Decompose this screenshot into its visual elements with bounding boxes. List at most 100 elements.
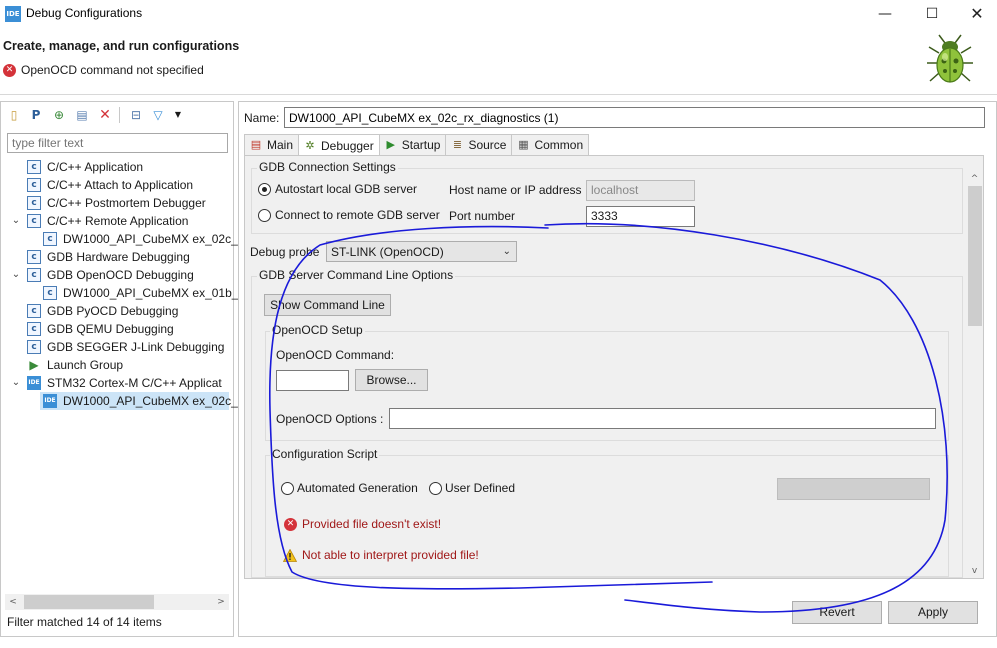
c-icon: c <box>27 322 41 336</box>
toolbar-separator <box>119 107 120 123</box>
openocd-setup-title: OpenOCD Setup <box>270 323 365 337</box>
debug-probe-value: ST-LINK (OpenOCD) <box>331 245 444 259</box>
script-browse-button-disabled[interactable] <box>777 478 930 500</box>
port-input[interactable]: 3333 <box>586 206 695 227</box>
tab-startup[interactable]: ▶ Startup <box>378 134 447 155</box>
scroll-right-icon[interactable]: > <box>213 594 229 610</box>
tree-item-label: C/C++ Attach to Application <box>47 178 194 192</box>
connect-remote-radio[interactable] <box>258 209 271 222</box>
tree-item-label: DW1000_API_CubeMX ex_01b_ <box>63 286 239 300</box>
tab-label: Source <box>468 138 507 152</box>
view-menu-icon[interactable]: ▼ <box>170 107 186 123</box>
new-prototype-icon[interactable]: P <box>28 107 44 123</box>
host-label: Host name or IP address <box>449 183 582 197</box>
maximize-button[interactable]: ☐ <box>909 3 955 25</box>
common-tab-icon: ▦ <box>518 138 529 151</box>
c-icon: c <box>27 214 41 228</box>
port-label: Port number <box>449 209 516 223</box>
c-icon: c <box>27 196 41 210</box>
header-divider <box>0 94 997 95</box>
debugger-tab-icon: ✲ <box>305 138 315 152</box>
startup-tab-icon: ▶ <box>386 138 395 151</box>
error-message: OpenOCD command not specified <box>21 63 204 77</box>
tab-main[interactable]: ▤ Main <box>244 134 300 155</box>
scroll-left-icon[interactable]: < <box>5 594 21 610</box>
scrollbar-thumb[interactable] <box>24 595 154 609</box>
openocd-command-label: OpenOCD Command: <box>276 348 395 362</box>
revert-button[interactable]: Revert <box>792 601 882 624</box>
tree-item-label: GDB OpenOCD Debugging <box>47 268 194 282</box>
duplicate-icon[interactable]: ▤ <box>74 107 90 123</box>
c-icon: c <box>27 178 41 192</box>
c-icon: c <box>43 232 57 246</box>
scroll-down-icon[interactable]: v <box>966 564 983 578</box>
configuration-script-title: Configuration Script <box>270 447 380 461</box>
ide-app-icon: IDE <box>5 6 21 22</box>
connect-remote-label: Connect to remote GDB server <box>275 208 440 222</box>
c-icon: c <box>27 304 41 318</box>
collapse-all-icon[interactable]: ⊟ <box>128 107 144 123</box>
gdb-connection-title: GDB Connection Settings <box>257 160 398 174</box>
autostart-label: Autostart local GDB server <box>275 182 418 196</box>
delete-icon[interactable]: ✕ <box>97 107 113 123</box>
tree-item-label: DW1000_API_CubeMX ex_02c_ <box>63 394 238 408</box>
main-tab-icon: ▤ <box>250 138 262 151</box>
tree-item-label: STM32 Cortex-M C/C++ Applicat <box>47 376 222 390</box>
c-icon: c <box>27 160 41 174</box>
openocd-command-input[interactable] <box>276 370 349 391</box>
tab-label: Debugger <box>321 138 374 153</box>
file-missing-error: Provided file doesn't exist! <box>302 517 442 531</box>
tree-item-label: Launch Group <box>47 358 124 372</box>
apply-button[interactable]: Apply <box>888 601 978 624</box>
filter-icon[interactable]: ▽ <box>150 107 166 123</box>
chevron-down-icon[interactable]: ⌄ <box>10 212 22 230</box>
debug-bug-icon <box>927 34 973 83</box>
vertical-scrollbar-thumb[interactable] <box>968 186 982 326</box>
filter-input[interactable] <box>7 133 228 153</box>
export-icon[interactable]: ⊕ <box>51 107 67 123</box>
tab-common[interactable]: ▦ Common <box>511 134 590 155</box>
openocd-options-label: OpenOCD Options : <box>276 412 384 426</box>
tab-source[interactable]: ≣ Source <box>445 134 513 155</box>
tree-item-label: C/C++ Application <box>47 160 144 174</box>
minimize-button[interactable]: — <box>862 3 908 25</box>
tab-label: Main <box>267 138 294 152</box>
new-configuration-icon[interactable]: ▯ <box>6 107 22 123</box>
host-input[interactable]: localhost <box>586 180 695 201</box>
tree-item-label: DW1000_API_CubeMX ex_02c_ <box>63 232 238 246</box>
name-input[interactable] <box>284 107 985 128</box>
debug-probe-label: Debug probe <box>250 245 320 259</box>
tab-label: Common <box>534 138 584 152</box>
debug-probe-select[interactable]: ST-LINK (OpenOCD) ⌄ <box>326 241 517 262</box>
tree-item-label: GDB PyOCD Debugging <box>47 304 179 318</box>
close-button[interactable]: ✕ <box>954 3 997 25</box>
tree-item-label: GDB Hardware Debugging <box>47 250 190 264</box>
browse-button[interactable]: Browse... <box>355 369 428 391</box>
error-icon: ✕ <box>3 64 16 77</box>
ide-icon: IDE <box>43 394 57 408</box>
openocd-options-input[interactable] <box>389 408 936 429</box>
chevron-down-icon[interactable]: ⌄ <box>10 374 22 392</box>
c-icon: c <box>27 250 41 264</box>
c-icon: c <box>43 286 57 300</box>
c-icon: c <box>27 268 41 282</box>
tree-item-label: C/C++ Postmortem Debugger <box>47 196 206 210</box>
tree-item-label: C/C++ Remote Application <box>47 214 189 228</box>
ide-icon: IDE <box>27 376 41 390</box>
automated-generation-radio[interactable] <box>281 482 294 495</box>
user-defined-radio[interactable] <box>429 482 442 495</box>
name-label: Name: <box>244 111 280 125</box>
source-tab-icon: ≣ <box>452 138 463 151</box>
tab-debugger[interactable]: ✲ Debugger <box>298 134 380 156</box>
dialog-title: Create, manage, and run configurations <box>3 39 240 53</box>
chevron-down-icon[interactable]: ⌄ <box>10 266 22 284</box>
title-bar <box>0 0 997 30</box>
chevron-down-icon: ⌄ <box>502 246 511 257</box>
c-icon: c <box>27 340 41 354</box>
launch-group-icon: ▶ <box>29 358 39 372</box>
show-command-line-button[interactable]: Show Command Line <box>264 294 391 316</box>
tab-label: Startup <box>401 138 441 152</box>
error-icon: ✕ <box>284 518 297 531</box>
scroll-up-icon[interactable]: ^ <box>966 172 983 186</box>
autostart-radio[interactable] <box>258 183 271 196</box>
